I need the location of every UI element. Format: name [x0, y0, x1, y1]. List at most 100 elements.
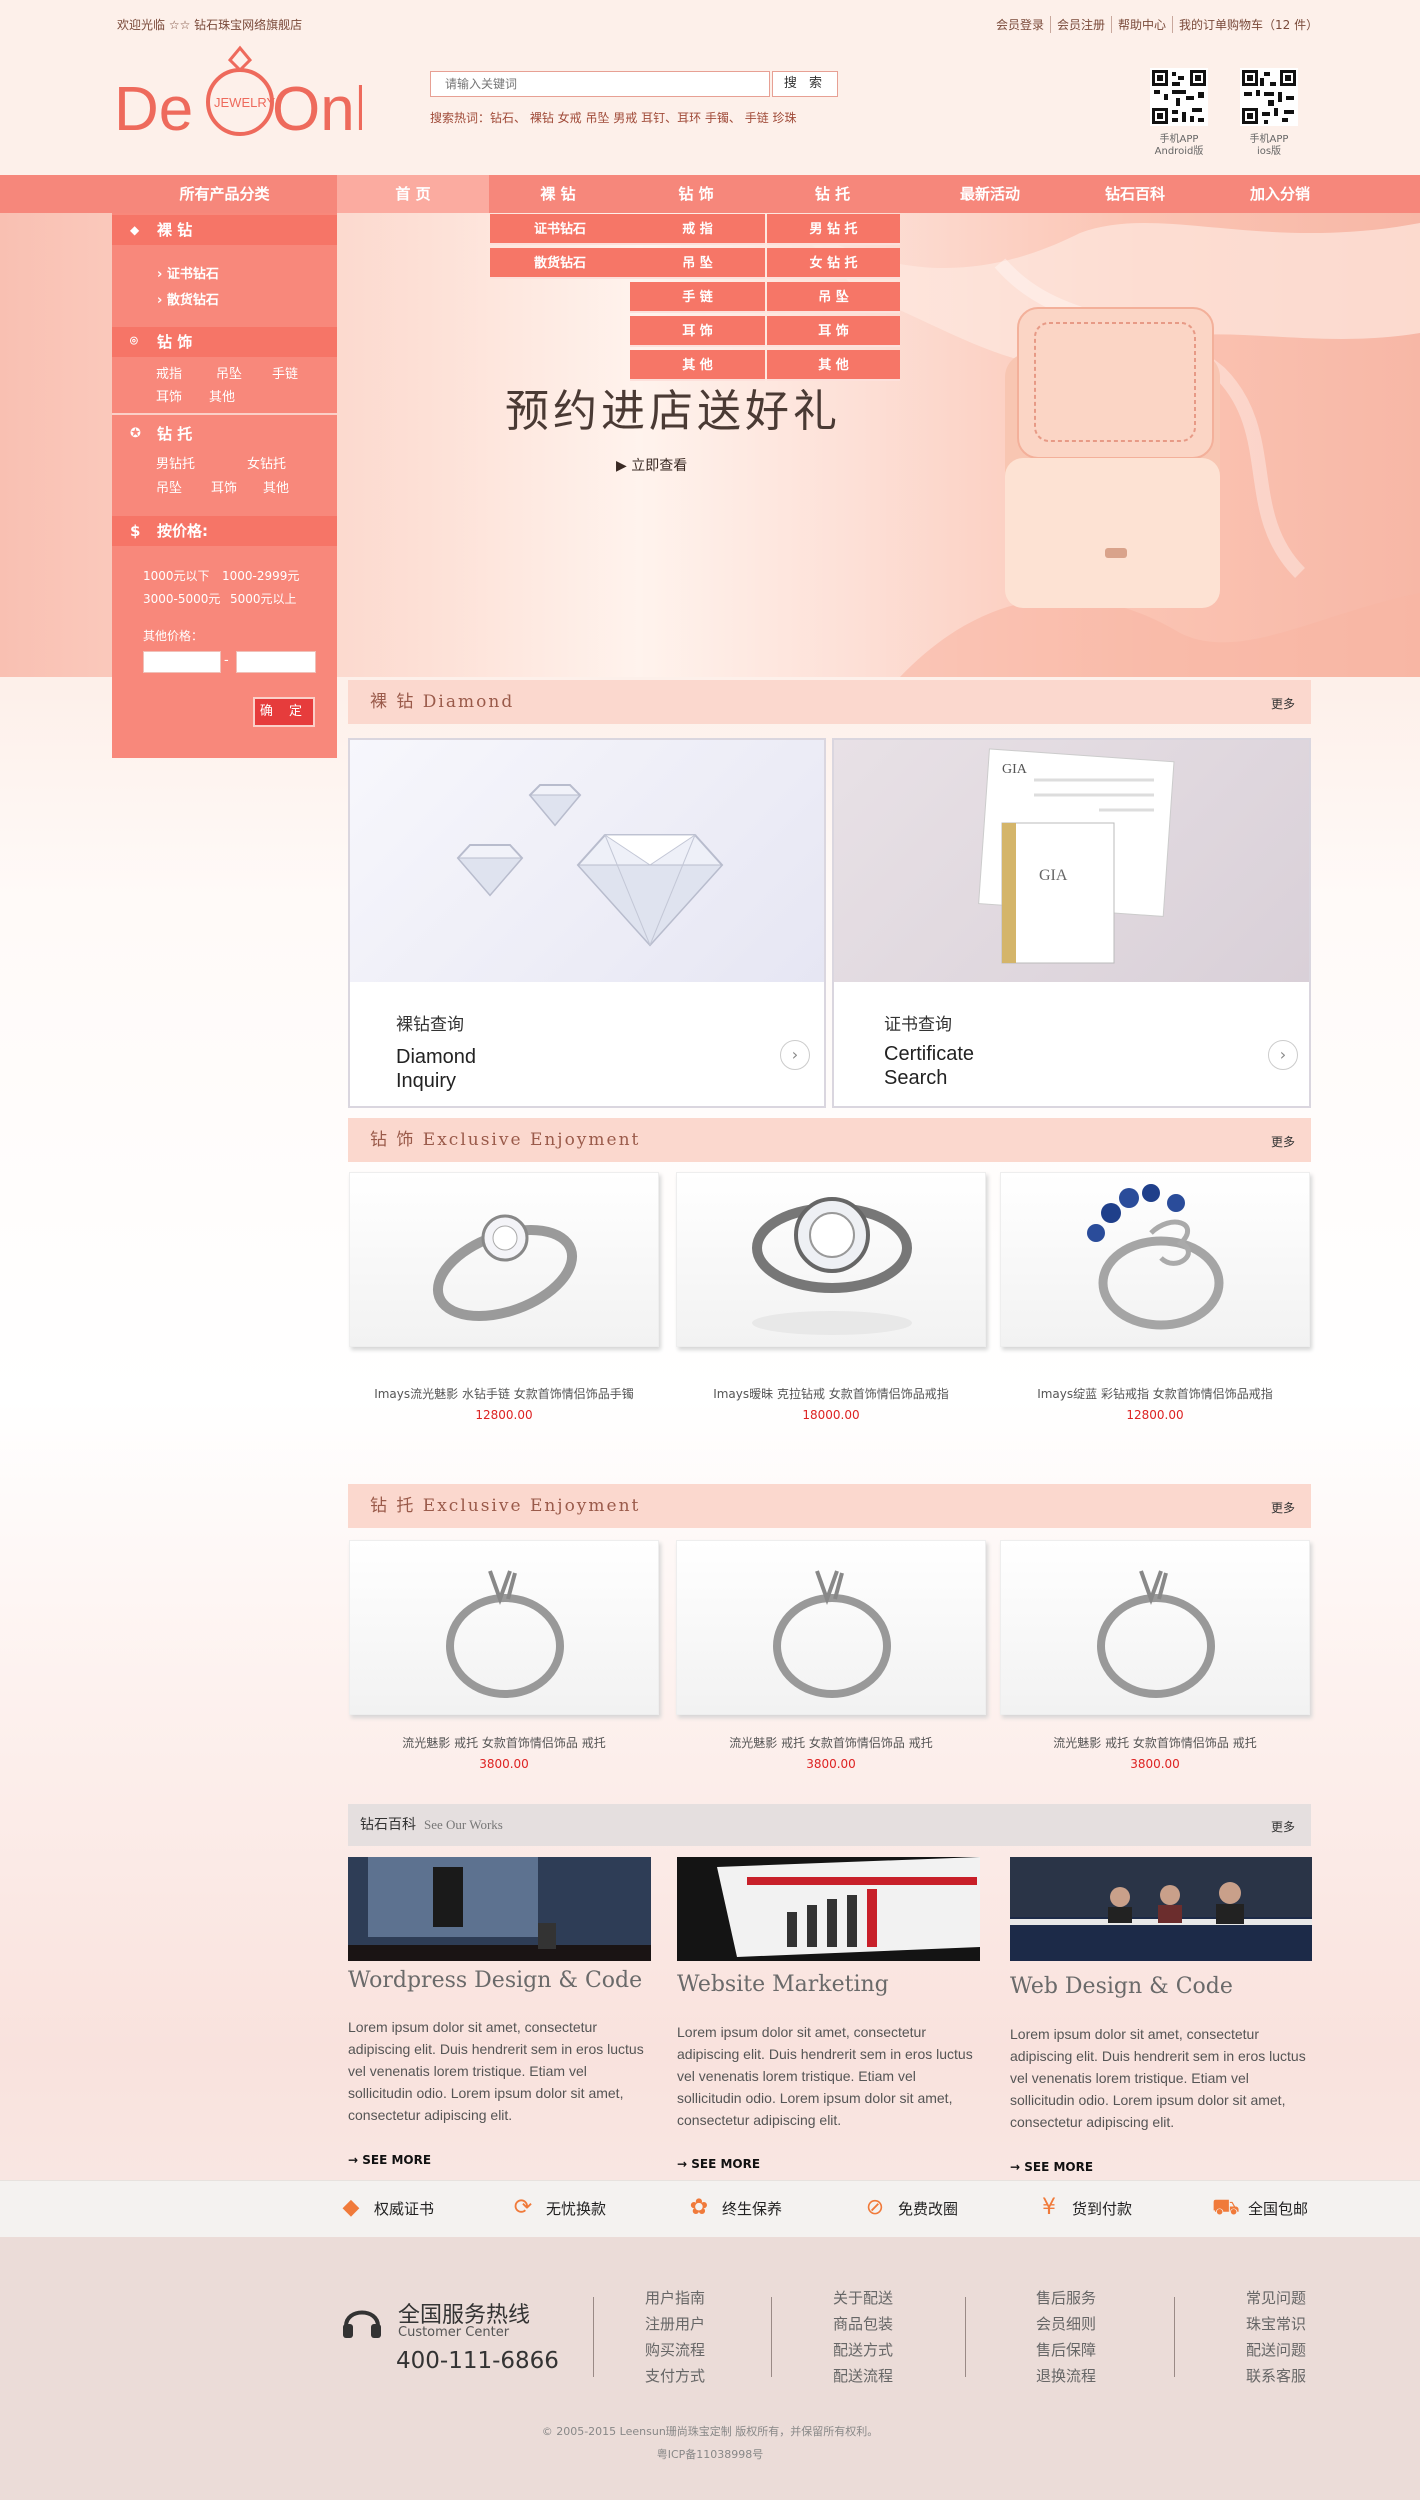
dropdown-item-bracelet[interactable]: 手 链 — [630, 282, 765, 313]
blog-image-1[interactable] — [348, 1857, 651, 1961]
nav-diamond-jewelry[interactable]: 钻 饰 — [627, 175, 765, 213]
footer-link[interactable]: 用户指南 — [645, 2285, 705, 2311]
price-min-input[interactable] — [143, 651, 221, 673]
blog-image-2[interactable] — [677, 1857, 980, 1961]
nav-latest-events[interactable]: 最新活动 — [920, 175, 1060, 213]
product-image-jewelry-2[interactable] — [676, 1172, 986, 1347]
dropdown-item-ring[interactable]: 戒 指 — [630, 214, 765, 245]
footer-link[interactable]: 配送问题 — [1246, 2337, 1306, 2363]
register-link[interactable]: 会员注册 — [1050, 16, 1111, 33]
blog-image-3[interactable] — [1010, 1857, 1312, 1961]
nav-loose-diamond[interactable]: 裸 钻 — [489, 175, 627, 213]
dropdown-item-earring[interactable]: 耳 饰 — [630, 316, 765, 347]
sidebar-item-mount-earring[interactable]: 耳饰 — [211, 477, 237, 496]
price-range-under-1000[interactable]: 1000元以下 — [143, 567, 210, 584]
nav-join-distribution[interactable]: 加入分销 — [1210, 175, 1350, 213]
dropdown-item-other[interactable]: 其 他 — [630, 350, 765, 381]
see-more-link[interactable]: → SEE MORE — [348, 2153, 431, 2167]
footer-link[interactable]: 注册用户 — [645, 2311, 705, 2337]
price-max-input[interactable] — [236, 651, 316, 673]
dropdown-item-mount-other[interactable]: 其 他 — [767, 350, 900, 381]
banner-cta[interactable]: ▶ 立即查看 — [616, 455, 687, 475]
more-link[interactable]: 更多 — [1271, 1120, 1295, 1164]
product-image-jewelry-1[interactable] — [349, 1172, 659, 1347]
help-link[interactable]: 帮助中心 — [1111, 16, 1172, 33]
see-more-link[interactable]: → SEE MORE — [677, 2157, 760, 2171]
sidebar-item-womens-mount[interactable]: 女钻托 — [247, 453, 286, 472]
nav-diamond-wiki[interactable]: 钻石百科 — [1065, 175, 1205, 213]
product-image-mount-2[interactable] — [676, 1540, 986, 1715]
sidebar-head-jewelry[interactable]: ⌾ 钻 饰 — [112, 327, 337, 357]
product-name[interactable]: 流光魅影 戒托 女款首饰情侣饰品 戒托 — [676, 1734, 986, 1751]
sidebar-item-pendant[interactable]: 吊坠 — [216, 363, 242, 382]
logo[interactable]: De JEWELRY Only — [112, 40, 399, 150]
dropdown-item-mount-pendant[interactable]: 吊 坠 — [767, 282, 900, 313]
dropdown-item-mount-earring[interactable]: 耳 饰 — [767, 316, 900, 347]
search-button[interactable]: 搜 索 — [772, 71, 838, 97]
footer-link[interactable]: 珠宝常识 — [1246, 2311, 1306, 2337]
price-range-1000-2999[interactable]: 1000-2999元 — [222, 567, 299, 584]
cart-link[interactable]: 我的订单购物车（12 件） — [1172, 16, 1324, 33]
more-link[interactable]: 更多 — [1271, 682, 1295, 726]
blog-title[interactable]: Wordpress Design & Code — [348, 1968, 642, 1993]
sidebar-item-mount-pendant[interactable]: 吊坠 — [156, 477, 182, 496]
sidebar-item-other[interactable]: 其他 — [209, 386, 235, 405]
price-confirm-button[interactable]: 确 定 — [253, 697, 315, 727]
product-name[interactable]: 流光魅影 戒托 女款首饰情侣饰品 戒托 — [349, 1734, 659, 1751]
footer-link[interactable]: 商品包装 — [833, 2311, 893, 2337]
footer-link[interactable]: 配送流程 — [833, 2363, 893, 2389]
footer-link[interactable]: 关于配送 — [833, 2285, 893, 2311]
product-name[interactable]: 流光魅影 戒托 女款首饰情侣饰品 戒托 — [1000, 1734, 1310, 1751]
hotline-phone[interactable]: 400-111-6866 — [396, 2348, 559, 2374]
chevron-right-icon[interactable]: › — [1268, 1040, 1298, 1070]
chevron-right-icon[interactable]: › — [780, 1040, 810, 1070]
blog-title[interactable]: Web Design & Code — [1010, 1974, 1233, 1999]
hot-words-list[interactable]: 钻石、 裸钻 女戒 吊坠 男戒 耳钉、耳环 手镯、 手链 珍珠 — [490, 111, 797, 125]
dropdown-item-mens-mount[interactable]: 男 钻 托 — [767, 214, 900, 245]
qr-label-ios-line2: ios版 — [1256, 146, 1282, 157]
card-title-en-line1: Certificate — [884, 1043, 975, 1065]
price-range-over-5000[interactable]: 5000元以上 — [230, 590, 297, 607]
see-more-link[interactable]: → SEE MORE — [1010, 2160, 1093, 2174]
footer-link[interactable]: 配送方式 — [833, 2337, 893, 2363]
dropdown-item-bulk-diamond[interactable]: 散货钻石 — [490, 248, 630, 279]
product-image-mount-3[interactable] — [1000, 1540, 1310, 1715]
footer-link[interactable]: 常见问题 — [1246, 2285, 1306, 2311]
footer-link[interactable]: 联系客服 — [1246, 2363, 1306, 2389]
product-image-jewelry-3[interactable] — [1000, 1172, 1310, 1347]
price-range-3000-5000[interactable]: 3000-5000元 — [143, 590, 220, 607]
product-name[interactable]: Imays流光魅影 水钻手链 女款首饰情侣饰品手镯 — [349, 1385, 659, 1402]
dropdown-item-pendant[interactable]: 吊 坠 — [630, 248, 765, 279]
footer-link[interactable]: 售后服务 — [1036, 2285, 1096, 2311]
sidebar-head-loose-diamond[interactable]: ◆ 裸 钻 — [112, 215, 337, 245]
product-name[interactable]: Imays绽蓝 彩钻戒指 女款首饰情侣饰品戒指 — [1000, 1385, 1310, 1402]
sidebar-item-ring[interactable]: 戒指 — [156, 363, 182, 382]
certificate-search-card[interactable]: GIA GIA 证书查询 Certificate Search › — [832, 738, 1311, 1108]
product-name[interactable]: Imays暧昧 克拉钻戒 女款首饰情侣饰品戒指 — [676, 1385, 986, 1402]
sidebar-item-earring[interactable]: 耳饰 — [156, 386, 182, 405]
sidebar-item-certified[interactable]: › 证书钻石 — [157, 263, 219, 282]
product-image-mount-1[interactable] — [349, 1540, 659, 1715]
diamond-inquiry-card[interactable]: 裸钻查询 Diamond Inquiry › — [348, 738, 826, 1108]
sidebar-item-bracelet[interactable]: 手链 — [272, 363, 298, 382]
footer-link[interactable]: 购买流程 — [645, 2337, 705, 2363]
login-link[interactable]: 会员登录 — [990, 16, 1050, 33]
search-input[interactable] — [430, 71, 770, 97]
sidebar-head-mount[interactable]: ✪ 钻 托 — [112, 419, 337, 449]
sidebar-item-bulk[interactable]: › 散货钻石 — [157, 289, 219, 308]
more-link[interactable]: 更多 — [1271, 1806, 1295, 1848]
blog-title[interactable]: Website Marketing — [677, 1972, 889, 1997]
dropdown-item-certified-diamond[interactable]: 证书钻石 — [490, 214, 630, 245]
footer-link[interactable]: 会员细则 — [1036, 2311, 1096, 2337]
footer-link[interactable]: 退换流程 — [1036, 2363, 1096, 2389]
nav-diamond-mount[interactable]: 钻 托 — [765, 175, 900, 213]
nav-all-categories[interactable]: 所有产品分类 — [112, 175, 337, 213]
dropdown-item-womens-mount[interactable]: 女 钻 托 — [767, 248, 900, 279]
sidebar-item-mount-other[interactable]: 其他 — [263, 477, 289, 496]
footer-link[interactable]: 售后保障 — [1036, 2337, 1096, 2363]
nav-home[interactable]: 首 页 — [337, 175, 489, 213]
more-link[interactable]: 更多 — [1271, 1486, 1295, 1530]
icp-number[interactable]: 粤ICP备11038998号 — [0, 2446, 1420, 2462]
footer-link[interactable]: 支付方式 — [645, 2363, 705, 2389]
sidebar-item-mens-mount[interactable]: 男钻托 — [156, 453, 195, 472]
